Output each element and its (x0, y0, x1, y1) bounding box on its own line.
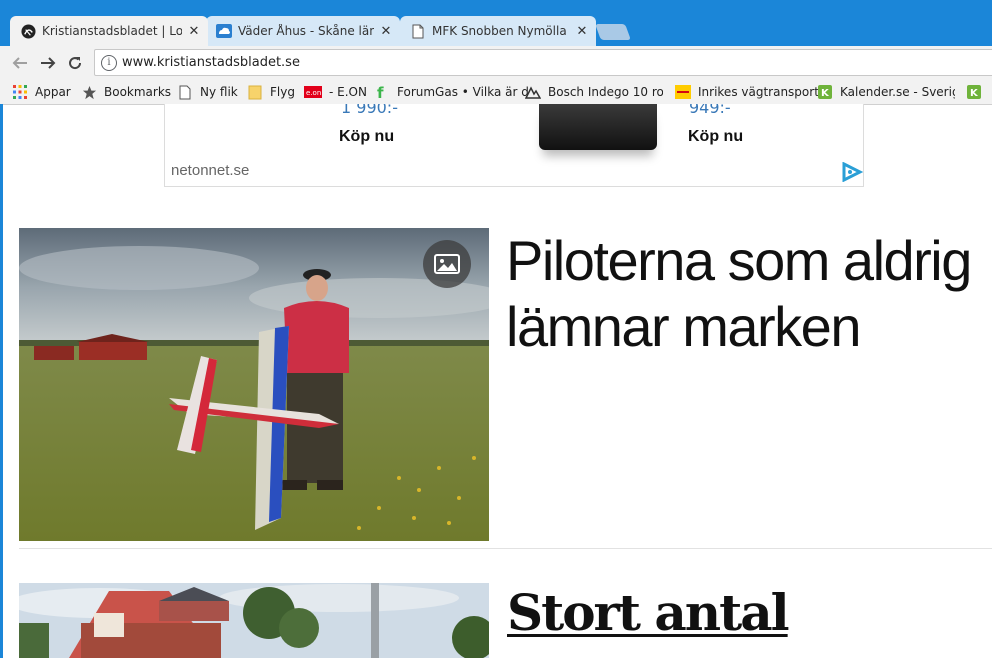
article-divider (19, 548, 992, 549)
article-headline[interactable]: Piloterna som aldrig lämnar marken (506, 228, 992, 360)
ad-brand[interactable]: netonnet.se (171, 162, 249, 179)
tab-mfk-snobben[interactable]: MFK Snobben Nymölla C ✕ (400, 16, 596, 46)
tab-close-icon[interactable]: ✕ (188, 24, 200, 39)
svg-text:f: f (377, 85, 384, 100)
adchoices-icon[interactable] (841, 161, 863, 186)
photo-illustration (19, 228, 489, 541)
bookmark-label: Bookmarks (104, 85, 172, 99)
forward-arrow-icon[interactable] (36, 51, 60, 75)
tab-close-icon[interactable]: ✕ (576, 24, 588, 39)
bookmark-label: ForumGas • Vilka är d (397, 85, 529, 99)
tab-strip: Kristianstadsbladet | Loka ✕ Väder Åhus … (0, 0, 992, 46)
back-arrow-icon[interactable] (8, 51, 32, 75)
cloud-icon (216, 23, 232, 39)
bookmark-forumgas[interactable]: f ForumGas • Vilka är d (374, 83, 540, 101)
bookmark-label: Inrikes vägtransport (698, 85, 819, 99)
bookmark-apps[interactable]: Appar (12, 83, 71, 101)
bookmark-label: Appar (35, 85, 71, 99)
bosch-icon (525, 84, 541, 100)
article-image-model-airplane[interactable] (19, 228, 489, 541)
apps-grid-icon (12, 84, 28, 100)
advertisement[interactable]: 1 990:- Köp nu 949:- Köp nu netonnet.se (164, 104, 864, 187)
tab-close-icon[interactable]: ✕ (380, 24, 392, 39)
bookmark-label: Flyg (270, 85, 295, 99)
ad-buy-button-left[interactable]: Köp nu (339, 128, 394, 146)
browser-toolbar: i www.kristianstadsbladet.se (0, 46, 992, 80)
bookmark-label: Bosch Indego 10 robo (548, 85, 663, 99)
svg-text:K: K (970, 88, 979, 99)
tab-title: MFK Snobben Nymölla C (432, 24, 570, 38)
svg-text:K: K (821, 88, 830, 99)
reload-icon[interactable] (63, 51, 87, 75)
bookmark-bosch[interactable]: Bosch Indego 10 robo (525, 83, 663, 101)
tab-vader-ahus[interactable]: Väder Åhus - Skåne län: t ✕ (206, 16, 400, 46)
forumgas-icon: f (374, 84, 390, 100)
bookmark-label: - E.ON (329, 85, 367, 99)
bookmark-kalender[interactable]: K Kalender.se - Sverige (817, 83, 955, 101)
bookmark-inrikes[interactable]: Inrikes vägtransport (675, 83, 819, 101)
svg-text:e.on: e.on (306, 89, 321, 97)
article-headline[interactable]: Stort antal (507, 582, 790, 644)
ad-buy-button-right[interactable]: Köp nu (688, 128, 743, 146)
folder-icon (247, 84, 263, 100)
bookmark-label: Ny flik (200, 85, 238, 99)
tab-title: Väder Åhus - Skåne län: t (238, 24, 374, 38)
document-icon (410, 23, 426, 39)
bookmarks-bar: Appar Bookmarks Ny flik Flyg e.on - E.ON… (0, 80, 992, 105)
dhl-icon (675, 84, 691, 100)
article-image-brick-house[interactable] (19, 583, 489, 658)
bookmark-bookmarks[interactable]: Bookmarks (81, 83, 171, 101)
page-icon (177, 84, 193, 100)
ad-price-left: 1 990:- (341, 104, 398, 117)
bookmark-overflow-kalender[interactable]: K (966, 83, 989, 101)
eon-icon: e.on (304, 84, 322, 100)
star-icon (81, 84, 97, 100)
tab-title: Kristianstadsbladet | Loka (42, 24, 182, 38)
ad-product-image[interactable] (539, 104, 657, 150)
ad-price-right: 949:- (689, 104, 731, 117)
kalender-icon: K (966, 84, 982, 100)
bookmark-label: Kalender.se - Sverige (840, 85, 955, 99)
address-bar[interactable]: i www.kristianstadsbladet.se (94, 49, 992, 76)
tab-kristianstadsbladet[interactable]: Kristianstadsbladet | Loka ✕ (10, 16, 208, 46)
window-edge (0, 104, 3, 658)
bookmark-ny-flik[interactable]: Ny flik (177, 83, 238, 101)
newspaper-icon (20, 23, 36, 39)
kalender-icon: K (817, 84, 833, 100)
photo-illustration (19, 583, 489, 658)
gallery-icon[interactable] (423, 240, 471, 288)
bookmark-eon[interactable]: e.on - E.ON (304, 83, 367, 101)
url-text: www.kristianstadsbladet.se (122, 55, 300, 70)
new-tab-button[interactable] (595, 24, 631, 40)
bookmark-flyg[interactable]: Flyg (247, 83, 295, 101)
info-icon[interactable]: i (101, 55, 117, 71)
